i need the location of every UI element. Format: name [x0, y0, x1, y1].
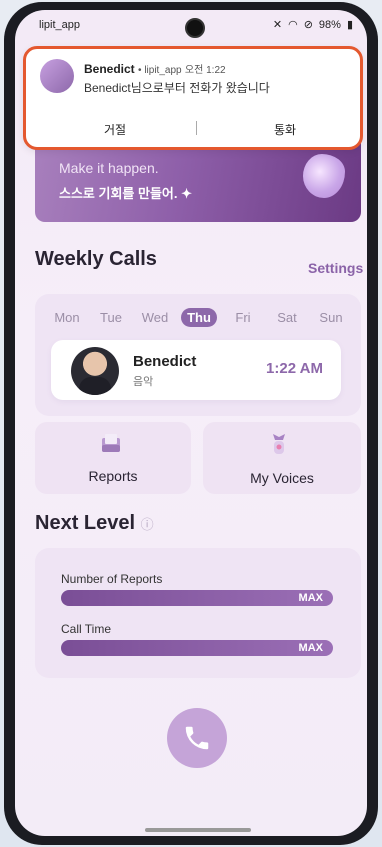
voice-jar-icon — [273, 434, 285, 454]
action-divider — [196, 121, 197, 135]
notification-caller: Benedict — [84, 62, 135, 76]
hero-line-2: 스스로 기회를 만들어. ✦ — [59, 186, 192, 201]
reports-progress-value: MAX — [298, 592, 323, 604]
next-level-text: Next Level — [35, 512, 136, 534]
reports-metric-label: Number of Reports — [61, 572, 163, 586]
day-sun[interactable]: Sun — [313, 310, 349, 327]
my-voices-tile[interactable]: My Voices — [203, 422, 361, 494]
caller-name: Benedict — [133, 353, 197, 370]
notification-header: Benedict • lipit_app 오전 1:22 — [84, 62, 226, 76]
day-tue[interactable]: Tue — [93, 310, 129, 327]
status-bar: lipit_app ✕ ◠ ⊘ 98% ▮ — [15, 10, 367, 38]
reports-progress-bar: MAX — [61, 590, 333, 606]
day-selector: Mon Tue Wed Thu Fri Sat Sun — [49, 308, 349, 327]
call-time-metric-label: Call Time — [61, 622, 112, 636]
blob-mascot-icon — [303, 154, 345, 198]
decline-button[interactable]: 거절 — [104, 121, 126, 138]
phone-frame: lipit_app ✕ ◠ ⊘ 98% ▮ Make it happen. 스스… — [4, 2, 378, 845]
reports-tile[interactable]: Reports — [35, 422, 191, 494]
answer-button[interactable]: 통화 — [274, 121, 296, 138]
next-level-title: Next Level ⓘ — [35, 512, 154, 535]
help-icon[interactable]: ⓘ — [141, 517, 154, 532]
screen: lipit_app ✕ ◠ ⊘ 98% ▮ Make it happen. 스스… — [15, 10, 367, 836]
day-fri[interactable]: Fri — [225, 310, 261, 327]
call-time-progress-value: MAX — [298, 642, 323, 654]
next-level-card: Number of Reports MAX Call Time MAX — [35, 548, 361, 678]
notification-time: 오전 1:22 — [184, 65, 226, 76]
battery-level: 98% — [318, 18, 341, 31]
scheduled-call-row[interactable]: Benedict 음악 1:22 AM — [51, 340, 341, 400]
dnd-icon: ⊘ — [303, 19, 313, 31]
app-notification-icon — [40, 59, 74, 93]
day-wed[interactable]: Wed — [137, 310, 173, 327]
hero-line-1: Make it happen. — [59, 160, 159, 176]
day-sat[interactable]: Sat — [269, 310, 305, 327]
battery-icon: ▮ — [346, 19, 353, 31]
incoming-call-notification[interactable]: Benedict • lipit_app 오전 1:22 Benedict님으로… — [23, 46, 363, 150]
caller-subtitle: 음악 — [133, 376, 154, 388]
front-camera — [185, 18, 205, 38]
status-icons: ✕ ◠ ⊘ 98% ▮ — [272, 18, 353, 32]
notification-message: Benedict님으로부터 전화가 왔습니다 — [84, 81, 270, 95]
call-time: 1:22 AM — [266, 360, 323, 377]
day-thu[interactable]: Thu — [181, 308, 217, 327]
call-time-progress-bar: MAX — [61, 640, 333, 656]
reports-label: Reports — [88, 468, 138, 484]
report-icon — [102, 434, 120, 452]
weekly-calls-title: Weekly Calls — [35, 248, 157, 270]
wifi-icon: ◠ — [288, 19, 298, 31]
day-mon[interactable]: Mon — [49, 310, 85, 327]
phone-icon — [185, 726, 209, 750]
home-indicator[interactable] — [145, 828, 251, 832]
mute-icon: ✕ — [272, 19, 283, 31]
settings-link[interactable]: Settings — [308, 260, 363, 276]
my-voices-label: My Voices — [250, 470, 314, 486]
caller-avatar — [71, 347, 119, 395]
status-app-name: lipit_app — [39, 19, 80, 31]
call-button[interactable] — [167, 708, 227, 768]
notification-app: lipit_app — [144, 65, 182, 76]
